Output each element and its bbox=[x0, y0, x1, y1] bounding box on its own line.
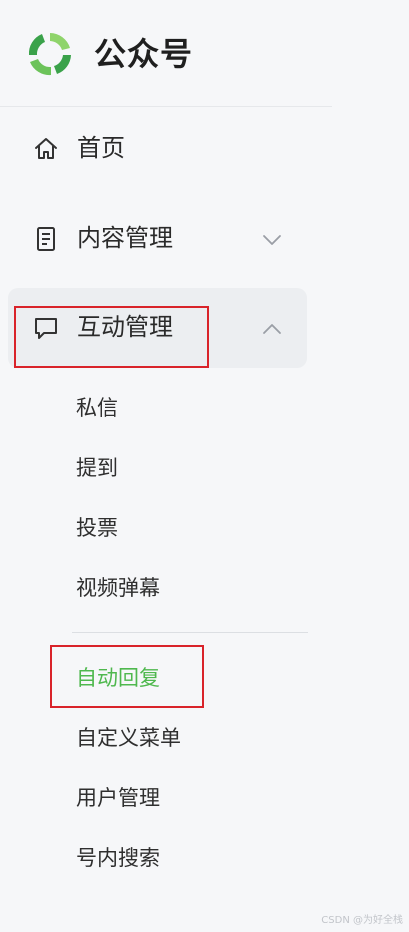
chevron-up-icon[interactable] bbox=[261, 318, 283, 340]
chevron-down-icon[interactable] bbox=[261, 229, 283, 251]
sub-item-mentions[interactable]: 提到 bbox=[76, 448, 118, 488]
sub-item-user-management[interactable]: 用户管理 bbox=[76, 778, 160, 818]
nav-item-content[interactable]: 内容管理 bbox=[8, 199, 307, 279]
brand-header: 公众号 bbox=[0, 0, 332, 107]
wechat-official-account-logo bbox=[28, 33, 71, 76]
sub-item-account-search[interactable]: 号内搜索 bbox=[76, 838, 160, 878]
message-icon bbox=[35, 318, 57, 339]
watermark: CSDN @为好全栈 bbox=[321, 915, 403, 926]
nav-item-home[interactable]: 首页 bbox=[8, 109, 307, 189]
content-area-edge bbox=[332, 0, 409, 932]
sidebar: 公众号 首页 内容管理 互动管理 私信 提到 投票 视频弹幕 自动回复 自定义菜… bbox=[0, 0, 332, 932]
nav-item-interaction[interactable]: 互动管理 bbox=[8, 288, 307, 368]
sub-item-video-danmaku[interactable]: 视频弹幕 bbox=[76, 568, 160, 608]
sub-item-custom-menu[interactable]: 自定义菜单 bbox=[76, 718, 181, 758]
home-icon bbox=[35, 138, 57, 159]
sub-item-votes[interactable]: 投票 bbox=[76, 508, 118, 548]
nav-label-home: 首页 bbox=[77, 134, 125, 162]
nav-label-interaction: 互动管理 bbox=[77, 313, 173, 341]
sub-item-auto-reply[interactable]: 自动回复 bbox=[76, 658, 160, 698]
document-icon bbox=[37, 227, 55, 251]
brand-title: 公众号 bbox=[94, 35, 194, 73]
sub-item-private-message[interactable]: 私信 bbox=[76, 388, 118, 428]
divider bbox=[72, 632, 308, 633]
nav-label-content: 内容管理 bbox=[77, 224, 173, 252]
